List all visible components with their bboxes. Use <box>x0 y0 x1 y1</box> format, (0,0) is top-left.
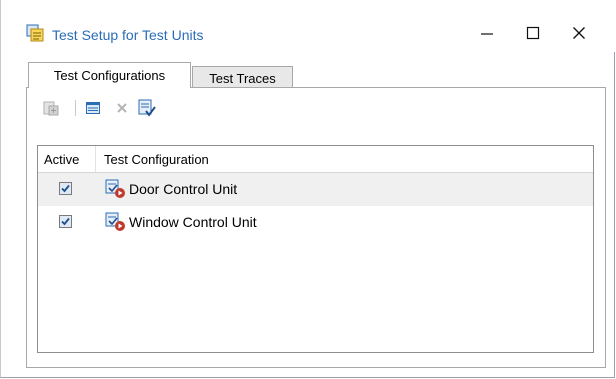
configuration-name: Door Control Unit <box>129 181 238 197</box>
delete-icon <box>117 103 127 113</box>
maximize-button[interactable] <box>510 14 556 52</box>
add-configuration-button[interactable] <box>41 98 61 118</box>
list-item[interactable]: Door Control Unit <box>38 173 593 206</box>
minimize-button[interactable] <box>464 14 510 52</box>
test-unit-icon <box>105 212 127 232</box>
list-header: Active Test Configuration <box>38 146 593 173</box>
configuration-name: Window Control Unit <box>129 214 257 230</box>
close-icon <box>573 27 585 39</box>
active-checkbox[interactable] <box>59 215 72 228</box>
checkmark-icon <box>61 184 70 193</box>
checkmark-icon <box>61 217 70 226</box>
title-bar[interactable]: Test Setup for Test Units <box>1 0 616 52</box>
delete-configuration-button[interactable] <box>112 98 132 118</box>
column-header-test-configuration[interactable]: Test Configuration <box>97 146 209 172</box>
window-title: Test Setup for Test Units <box>52 27 204 43</box>
checklist-icon <box>138 99 156 117</box>
open-configuration-button[interactable] <box>83 98 103 118</box>
test-setup-icon <box>26 24 44 42</box>
test-setup-window: Test Setup for Test Units Test Configura… <box>0 0 616 378</box>
test-configuration-list[interactable]: Active Test Configuration Door Control U… <box>37 145 594 353</box>
tab-test-configurations[interactable]: Test Configurations <box>28 62 191 88</box>
add-config-icon <box>43 101 59 116</box>
close-button[interactable] <box>556 14 602 52</box>
maximize-icon <box>526 26 540 40</box>
minimize-icon <box>481 33 493 35</box>
active-checkbox[interactable] <box>59 182 72 195</box>
folder-icon <box>86 102 100 114</box>
list-item[interactable]: Window Control Unit <box>38 206 593 239</box>
toolbar-separator <box>75 100 76 116</box>
column-header-active[interactable]: Active <box>38 146 96 172</box>
test-unit-icon <box>105 179 127 199</box>
check-configuration-button[interactable] <box>137 98 157 118</box>
test-configurations-panel: Active Test Configuration Door Control U… <box>26 87 606 368</box>
toolbar <box>27 88 605 126</box>
